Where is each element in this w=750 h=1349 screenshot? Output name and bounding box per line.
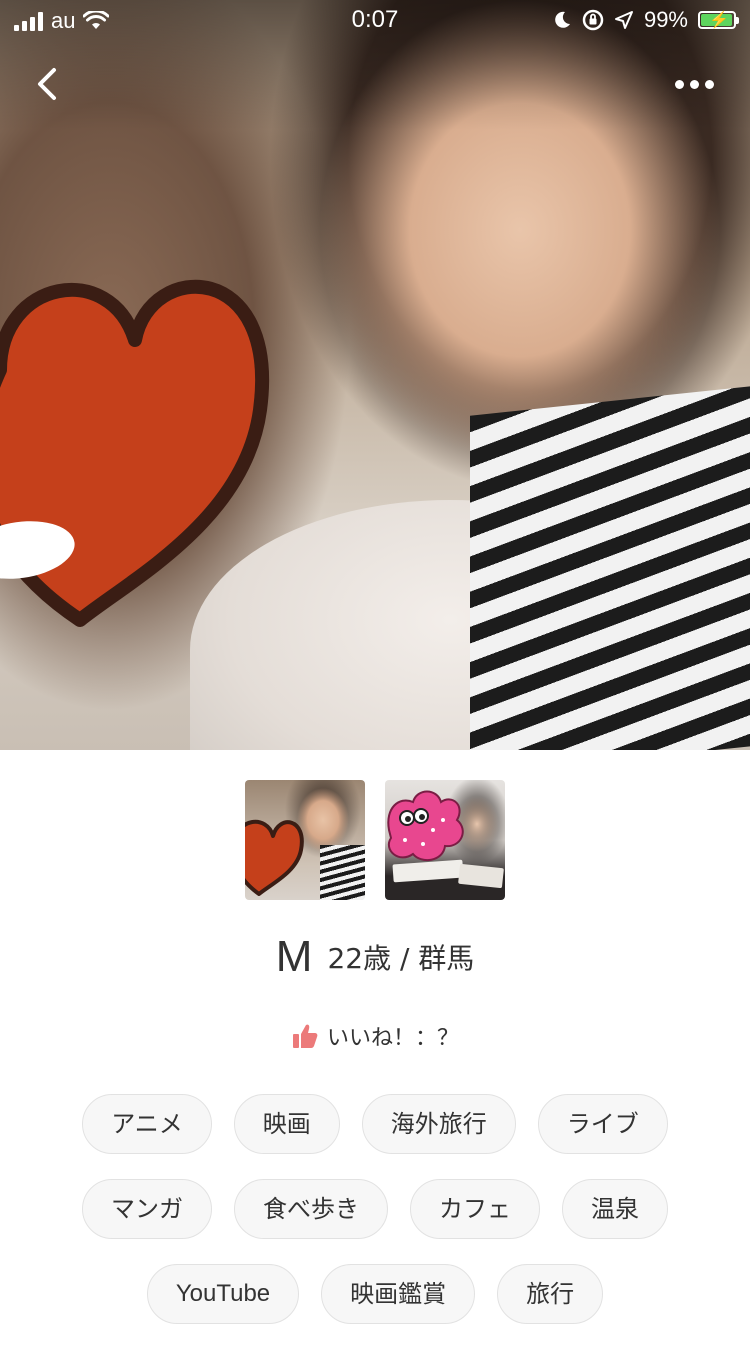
tag-chip[interactable]: ライブ [537, 1094, 668, 1154]
interest-tags: アニメ 映画 海外旅行 ライブ マンガ 食べ歩き カフェ 温泉 YouTube … [0, 1094, 750, 1349]
more-options-button[interactable] [666, 62, 722, 106]
thumbs-up-icon [292, 1024, 318, 1048]
orientation-lock-icon [582, 9, 604, 31]
tag-row: マンガ 食べ歩き カフェ 温泉 [0, 1179, 750, 1239]
tag-chip[interactable]: 旅行 [497, 1264, 604, 1324]
heart-sticker-icon [245, 819, 304, 896]
tag-chip[interactable]: カフェ [410, 1179, 540, 1239]
tag-chip[interactable]: マンガ [82, 1179, 212, 1239]
photo-thumbnail-2[interactable] [385, 780, 505, 900]
tag-row: アニメ 映画 海外旅行 ライブ [0, 1094, 750, 1154]
tag-row: YouTube 映画鑑賞 旅行 [0, 1264, 750, 1324]
heart-sticker-icon [0, 279, 269, 627]
profile-name: M [275, 932, 313, 981]
location-icon [614, 11, 633, 29]
photo-thumbnails [0, 780, 750, 900]
tag-chip[interactable]: 映画鑑賞 [321, 1264, 476, 1324]
moon-icon [555, 11, 570, 28]
profile-main-photo[interactable] [0, 0, 750, 750]
tag-chip[interactable]: 海外旅行 [361, 1094, 516, 1154]
chevron-left-icon [38, 68, 56, 100]
profile-header: M 22歳 / 群馬 [0, 932, 750, 982]
tag-chip[interactable]: 温泉 [562, 1179, 668, 1239]
battery-charging-icon: ⚡ [698, 11, 739, 29]
tag-chip[interactable]: アニメ [82, 1094, 212, 1154]
photo-thumbnail-1[interactable] [245, 780, 365, 900]
profile-age-location: 22歳 / 群馬 [327, 942, 475, 975]
battery-percent: 99% [643, 7, 688, 32]
likes-row: いいね！：？ [0, 1020, 750, 1052]
more-dots-icon [674, 79, 714, 89]
tag-chip[interactable]: 映画 [233, 1094, 340, 1154]
likes-count-label: いいね！：？ [326, 1026, 459, 1051]
back-button[interactable] [28, 62, 72, 106]
tag-chip[interactable]: 食べ歩き [234, 1179, 388, 1239]
photo-striped-shirt [470, 384, 750, 750]
tag-chip[interactable]: YouTube [146, 1264, 300, 1324]
status-bar: au 0:07 99% ⚡ [0, 0, 750, 40]
